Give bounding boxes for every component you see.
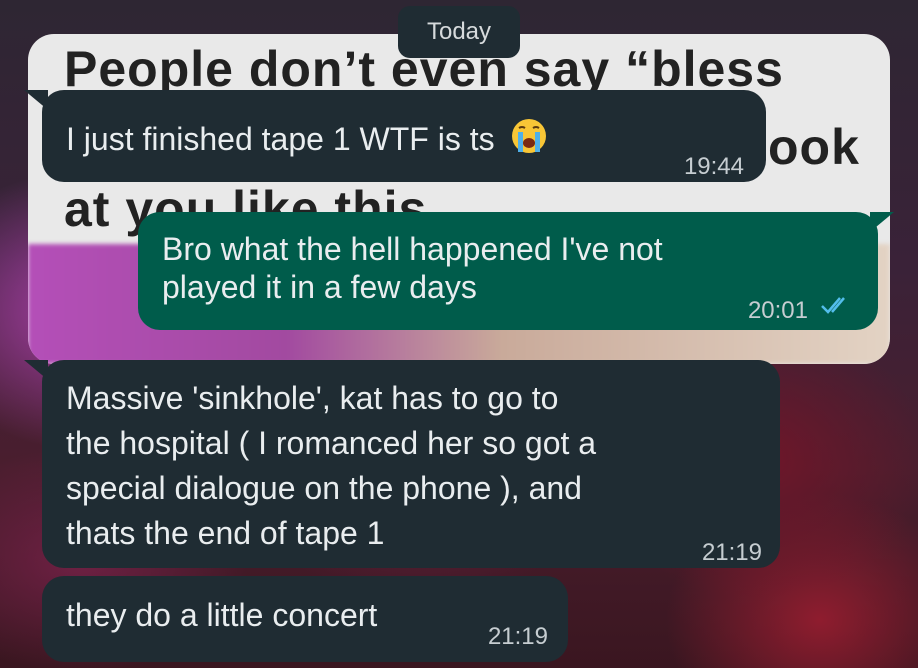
message-text: they do a little concert	[66, 597, 378, 633]
message-timestamp: 21:19	[701, 539, 762, 566]
message-timestamp: 20:01	[747, 297, 808, 324]
message-line: special dialogue on the phone ), and	[66, 470, 582, 506]
message-bubble-incoming[interactable]: I just finished tape 1 WTF is ts 19:44	[42, 90, 766, 182]
message-timestamp: 19:44	[683, 153, 744, 180]
message-text: Massive 'sinkhole', kat has to go to the…	[66, 376, 596, 556]
message-bubble-incoming[interactable]: they do a little concert 21:19	[42, 576, 568, 662]
message-line: Bro what the hell happened I've not	[162, 231, 663, 267]
date-separator: Today	[398, 6, 520, 58]
message-text-content: I just finished tape 1 WTF is ts	[66, 121, 495, 157]
message-line: played it in a few days	[162, 269, 477, 305]
message-text: I just finished tape 1 WTF is ts	[66, 116, 549, 158]
message-bubble-incoming[interactable]: Massive 'sinkhole', kat has to go to the…	[42, 360, 780, 568]
loudly-crying-face-icon	[512, 119, 547, 153]
message-bubble-outgoing[interactable]: Bro what the hell happened I've not play…	[138, 212, 878, 330]
read-receipt-icon	[821, 297, 845, 314]
message-line: the hospital ( I romanced her so got a	[66, 425, 597, 461]
message-text: Bro what the hell happened I've not play…	[162, 230, 663, 306]
message-timestamp: 21:19	[487, 623, 548, 650]
message-line: Massive 'sinkhole', kat has to go to	[66, 380, 559, 416]
message-line: thats the end of tape 1	[66, 515, 385, 551]
meme-caption-line2: ook	[768, 119, 860, 175]
